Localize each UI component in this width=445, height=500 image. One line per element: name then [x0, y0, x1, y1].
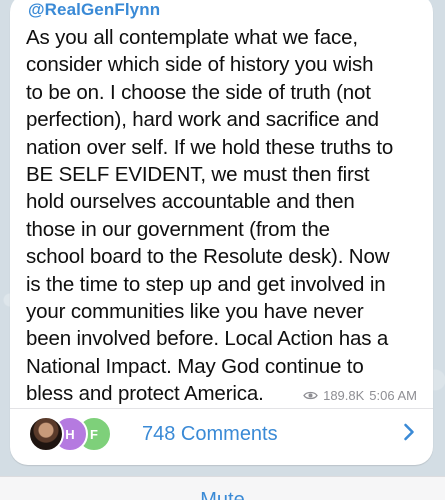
channel-name[interactable]: @RealGenFlynn — [28, 0, 160, 20]
post-meta: 189.8K 5:06 AM — [303, 388, 417, 403]
eye-icon — [303, 390, 318, 401]
comments-label: 748 Comments — [142, 422, 278, 445]
commenter-avatars: H F — [28, 414, 128, 454]
chevron-right-icon — [403, 423, 415, 446]
avatar — [28, 416, 64, 452]
message-text: As you all contemplate what we face, con… — [26, 26, 394, 406]
bottom-bar: Mute — [0, 476, 445, 500]
mute-button[interactable]: Mute — [0, 489, 445, 500]
channel-post-bubble: @RealGenFlynn As you all contemplate wha… — [10, 0, 433, 465]
view-count: 189.8K — [323, 388, 365, 403]
comments-button[interactable]: H F 748 Comments — [10, 409, 433, 459]
post-time: 5:06 AM — [369, 388, 417, 403]
